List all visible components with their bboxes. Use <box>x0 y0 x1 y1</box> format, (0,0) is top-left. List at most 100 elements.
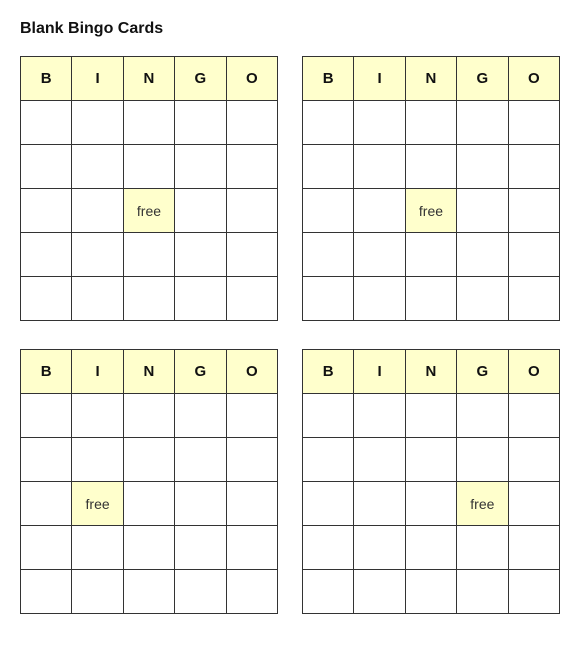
cell <box>226 101 277 145</box>
cell <box>354 526 405 570</box>
card3-header-g: G <box>175 350 226 394</box>
card2-header-o: O <box>508 57 559 101</box>
cell <box>405 101 456 145</box>
cell <box>457 570 508 614</box>
table-row <box>21 570 278 614</box>
cell <box>354 189 405 233</box>
cell <box>303 394 354 438</box>
cell <box>508 570 559 614</box>
cell <box>21 438 72 482</box>
free-cell: free <box>72 482 123 526</box>
cell <box>226 394 277 438</box>
cell <box>123 101 174 145</box>
bingo-card-4: B I N G O <box>302 349 560 614</box>
cell <box>72 145 123 189</box>
cell <box>21 482 72 526</box>
card2-header-n: N <box>405 57 456 101</box>
card3-header-n: N <box>123 350 174 394</box>
table-row <box>21 233 278 277</box>
cell <box>405 394 456 438</box>
card3-header-o: O <box>226 350 277 394</box>
cell <box>21 277 72 321</box>
cell <box>21 394 72 438</box>
cell <box>303 277 354 321</box>
table-row <box>21 277 278 321</box>
cell <box>123 526 174 570</box>
cell <box>405 277 456 321</box>
cell <box>72 189 123 233</box>
card1-header-b: B <box>21 57 72 101</box>
cell <box>72 526 123 570</box>
cell <box>303 101 354 145</box>
cell <box>508 394 559 438</box>
cell <box>457 438 508 482</box>
card2-header-i: I <box>354 57 405 101</box>
cell <box>72 394 123 438</box>
cell <box>354 570 405 614</box>
cell <box>175 145 226 189</box>
cell <box>72 277 123 321</box>
cell <box>405 526 456 570</box>
cell <box>303 145 354 189</box>
cell <box>175 189 226 233</box>
table-row <box>303 101 560 145</box>
cell <box>303 526 354 570</box>
cell <box>123 570 174 614</box>
card3-header-b: B <box>21 350 72 394</box>
cell <box>405 145 456 189</box>
bingo-card-2: B I N G O <box>302 56 560 321</box>
table-row: free <box>21 189 278 233</box>
cell <box>508 526 559 570</box>
card3-header-i: I <box>72 350 123 394</box>
cell <box>21 101 72 145</box>
cell <box>354 277 405 321</box>
table-row <box>21 438 278 482</box>
cell <box>303 482 354 526</box>
cell <box>508 233 559 277</box>
cell <box>508 101 559 145</box>
cell <box>226 233 277 277</box>
cell <box>21 189 72 233</box>
table-row <box>303 438 560 482</box>
cell <box>457 394 508 438</box>
card1-header-n: N <box>123 57 174 101</box>
cell <box>457 101 508 145</box>
cell <box>72 438 123 482</box>
table-row: free <box>21 482 278 526</box>
cell <box>303 438 354 482</box>
cell <box>226 482 277 526</box>
cell <box>175 438 226 482</box>
cell <box>21 570 72 614</box>
cell <box>72 233 123 277</box>
cell <box>457 189 508 233</box>
cell <box>123 394 174 438</box>
table-row <box>303 570 560 614</box>
cell <box>226 438 277 482</box>
cell <box>457 145 508 189</box>
card1-header-i: I <box>72 57 123 101</box>
table-row <box>303 394 560 438</box>
table-row <box>303 233 560 277</box>
card1-header-o: O <box>226 57 277 101</box>
card2-header-g: G <box>457 57 508 101</box>
bingo-card-1: B I N G O <box>20 56 278 321</box>
cell <box>457 526 508 570</box>
cell <box>354 145 405 189</box>
cell <box>405 438 456 482</box>
cell <box>123 233 174 277</box>
card4-header-b: B <box>303 350 354 394</box>
cell <box>354 438 405 482</box>
card1-header-g: G <box>175 57 226 101</box>
cell <box>175 482 226 526</box>
table-row <box>21 145 278 189</box>
cell <box>21 526 72 570</box>
card2-header-b: B <box>303 57 354 101</box>
cell <box>72 101 123 145</box>
cell <box>303 189 354 233</box>
table-row: free <box>303 189 560 233</box>
cell <box>123 277 174 321</box>
cell <box>175 101 226 145</box>
cell <box>508 145 559 189</box>
cell <box>226 570 277 614</box>
table-row <box>303 145 560 189</box>
